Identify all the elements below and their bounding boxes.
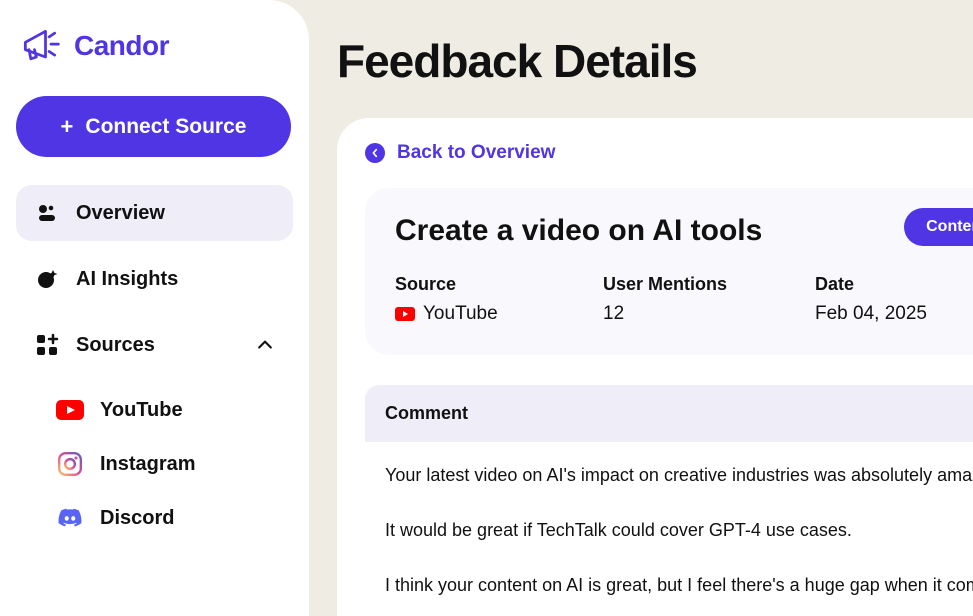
youtube-icon xyxy=(395,307,415,321)
meta-mentions-value: 12 xyxy=(603,303,815,325)
meta-source-text: YouTube xyxy=(423,303,498,325)
category-badge: Content Idea xyxy=(904,208,973,246)
connect-source-label: Connect Source xyxy=(85,115,246,139)
detail-summary: Create a video on AI tools Content Idea … xyxy=(365,188,973,355)
discord-icon xyxy=(56,504,84,532)
nav-label-insights: AI Insights xyxy=(76,268,275,291)
detail-title: Create a video on AI tools xyxy=(395,214,973,248)
comment-row: I think your content on AI is great, but… xyxy=(385,572,973,599)
comment-row: Your latest video on AI's impact on crea… xyxy=(385,462,973,489)
nav-item-overview[interactable]: Overview xyxy=(16,185,293,241)
meta-row: Source YouTube User Mentions 12 Date Feb… xyxy=(395,274,973,325)
source-list: YouTube Instagram Discord xyxy=(16,383,293,545)
nav-item-insights[interactable]: AI Insights xyxy=(16,251,293,307)
megaphone-icon xyxy=(18,24,62,68)
meta-source: Source YouTube xyxy=(395,274,603,325)
comment-row: It would be great if TechTalk could cove… xyxy=(385,517,973,544)
detail-card: Back to Overview Create a video on AI to… xyxy=(337,118,973,616)
meta-source-label: Source xyxy=(395,274,603,295)
meta-source-value: YouTube xyxy=(395,303,603,325)
meta-date: Date Feb 04, 2025 xyxy=(815,274,927,325)
meta-mentions-label: User Mentions xyxy=(603,274,815,295)
chevron-up-icon xyxy=(255,335,275,355)
meta-date-label: Date xyxy=(815,274,927,295)
nav-label-overview: Overview xyxy=(76,202,275,225)
nav-label-sources: Sources xyxy=(76,334,239,357)
source-item-youtube[interactable]: YouTube xyxy=(56,383,293,437)
nav-item-sources[interactable]: Sources xyxy=(16,317,293,373)
plus-icon: + xyxy=(61,116,74,138)
source-label: YouTube xyxy=(100,399,183,422)
main-content: Feedback Details Back to Overview Create… xyxy=(309,0,973,616)
sources-icon xyxy=(34,332,60,358)
source-item-discord[interactable]: Discord xyxy=(56,491,293,545)
sidebar: Candor + Connect Source Overview AI Insi… xyxy=(0,0,309,616)
source-label: Instagram xyxy=(100,453,196,476)
back-to-overview-link[interactable]: Back to Overview xyxy=(365,142,973,164)
brand-logo[interactable]: Candor xyxy=(16,24,293,68)
chevron-left-icon xyxy=(365,143,385,163)
source-label: Discord xyxy=(100,507,174,530)
source-item-instagram[interactable]: Instagram xyxy=(56,437,293,491)
brand-name: Candor xyxy=(74,30,169,62)
comments-header: Comment xyxy=(365,385,973,442)
back-label: Back to Overview xyxy=(397,142,555,164)
youtube-icon xyxy=(56,396,84,424)
comments-list: Your latest video on AI's impact on crea… xyxy=(365,462,973,599)
connect-source-button[interactable]: + Connect Source xyxy=(16,96,291,157)
nav-list: Overview AI Insights Sources xyxy=(16,185,293,373)
overview-icon xyxy=(34,200,60,226)
instagram-icon xyxy=(56,450,84,478)
insights-icon xyxy=(34,266,60,292)
meta-date-value: Feb 04, 2025 xyxy=(815,303,927,325)
meta-mentions: User Mentions 12 xyxy=(603,274,815,325)
page-title: Feedback Details xyxy=(337,34,973,88)
